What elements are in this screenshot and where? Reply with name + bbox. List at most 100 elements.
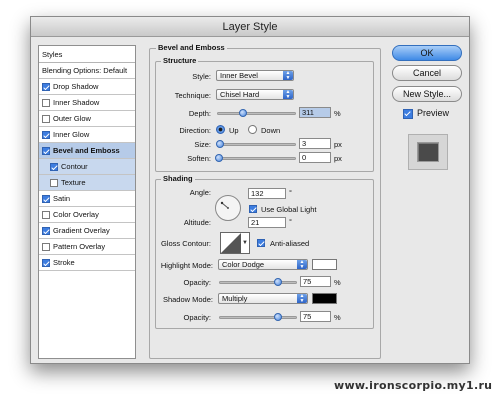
depth-input[interactable]: 311 [299,107,331,118]
inner-glow-checkbox[interactable] [42,130,50,139]
watermark: www.ironscorpio.my1.ru [334,379,493,392]
angle-label: Angle: [189,188,211,197]
styles-item-label: Color Overlay [53,209,99,219]
styles-item-contour[interactable]: Contour [39,159,135,175]
styles-item-label: Gradient Overlay [53,225,110,235]
inner-shadow-checkbox[interactable] [42,98,50,107]
direction-down-label: Down [261,126,281,135]
styles-item-pattern-overlay[interactable]: Pattern Overlay [39,239,135,255]
use-global-light-label: Use Global Light [261,205,317,214]
stroke-checkbox[interactable] [42,258,50,267]
direction-up-label: Up [229,126,239,135]
angle-unit: ° [289,188,292,197]
shadow-opacity-label: Opacity: [183,313,211,322]
shadow-opacity-input[interactable]: 75 [300,311,331,322]
depth-slider[interactable] [217,112,296,115]
styles-item-blending-options[interactable]: Blending Options: Default [39,63,135,79]
angle-input[interactable]: 132 [248,188,286,199]
soften-label: Soften: [187,154,211,163]
styles-item-inner-glow[interactable]: Inner Glow [39,127,135,143]
technique-label: Technique: [174,91,211,100]
highlight-opacity-slider-knob[interactable] [274,278,282,286]
styles-item-satin[interactable]: Satin [39,191,135,207]
shadow-opacity-slider[interactable] [219,316,297,319]
color-overlay-checkbox[interactable] [42,210,50,219]
pattern-overlay-checkbox[interactable] [42,242,50,251]
highlight-opacity-unit: % [334,278,341,287]
ok-button[interactable]: OK [392,45,462,61]
soften-slider-knob[interactable] [215,154,223,162]
shadow-color-swatch[interactable] [312,293,337,304]
updown-arrows-icon: ▲ ▼ [283,71,293,80]
highlight-color-swatch[interactable] [312,259,337,270]
style-select-value: Inner Bevel [220,71,258,80]
direction-down-radio[interactable] [248,125,257,134]
size-slider-knob[interactable] [216,140,224,148]
satin-checkbox[interactable] [42,194,50,203]
preview-checkbox[interactable] [403,109,413,119]
size-unit: px [334,140,342,149]
anti-aliased-checkbox[interactable] [257,239,265,247]
cancel-button[interactable]: Cancel [392,65,462,81]
highlight-opacity-slider[interactable] [219,281,297,284]
styles-item-label: Blending Options: Default [42,65,128,75]
styles-item-label: Texture [61,177,86,187]
styles-item-label: Stroke [53,257,75,267]
soften-slider[interactable] [217,157,296,160]
highlight-opacity-label: Opacity: [183,278,211,287]
styles-item-color-overlay[interactable]: Color Overlay [39,207,135,223]
depth-slider-knob[interactable] [239,109,247,117]
new-style-button[interactable]: New Style... [392,86,462,102]
styles-item-label: Pattern Overlay [53,241,106,251]
outer-glow-checkbox[interactable] [42,114,50,123]
highlight-mode-select[interactable]: Color Dodge ▲ ▼ [218,259,308,270]
styles-item-label: Drop Shadow [53,81,99,91]
contour-checkbox[interactable] [50,162,58,171]
angle-dial[interactable] [214,194,242,222]
preview-label: Preview [417,108,450,118]
updown-arrows-icon: ▲ ▼ [283,90,293,99]
highlight-mode-value: Color Dodge [222,260,265,269]
texture-checkbox[interactable] [50,178,58,187]
size-slider[interactable] [217,143,296,146]
shading-group [155,179,374,329]
styles-item-inner-shadow[interactable]: Inner Shadow [39,95,135,111]
styles-item-bevel-and-emboss[interactable]: Bevel and Emboss [39,143,135,159]
styles-item-drop-shadow[interactable]: Drop Shadow [39,79,135,95]
styles-item-outer-glow[interactable]: Outer Glow [39,111,135,127]
styles-item-label: Bevel and Emboss [53,145,120,155]
technique-select[interactable]: Chisel Hard ▲ ▼ [216,89,294,100]
soften-input[interactable]: 0 [299,152,331,163]
shadow-opacity-slider-knob[interactable] [274,313,282,321]
styles-item-label: Outer Glow [53,113,91,123]
styles-item-label: Inner Glow [53,129,90,139]
styles-item-stroke[interactable]: Stroke [39,255,135,271]
styles-header[interactable]: Styles [39,46,135,63]
style-preview-thumbnail [408,134,448,170]
direction-up-radio[interactable] [216,125,225,134]
drop-shadow-checkbox[interactable] [42,82,50,91]
preview-swatch [417,142,439,162]
gloss-contour-label: Gloss Contour: [160,239,211,248]
depth-unit: % [334,109,341,118]
updown-arrows-icon: ▲ ▼ [297,294,307,303]
shadow-opacity-unit: % [334,313,341,322]
shadow-mode-select[interactable]: Multiply ▲ ▼ [218,293,308,304]
styles-list: Styles Blending Options: Default Drop Sh… [38,45,136,359]
direction-label: Direction: [179,126,211,135]
styles-item-label: Contour [61,161,88,171]
style-select[interactable]: Inner Bevel ▲ ▼ [216,70,294,81]
bevel-and-emboss-checkbox[interactable] [42,146,50,155]
depth-label: Depth: [188,109,211,118]
gradient-overlay-checkbox[interactable] [42,226,50,235]
size-input[interactable]: 3 [299,138,331,149]
styles-item-texture[interactable]: Texture [39,175,135,191]
use-global-light-checkbox[interactable] [249,205,257,213]
altitude-input[interactable]: 21 [248,217,286,228]
gloss-contour-picker[interactable]: ▼ [220,232,250,254]
highlight-opacity-input[interactable]: 75 [300,276,331,287]
styles-item-gradient-overlay[interactable]: Gradient Overlay [39,223,135,239]
styles-item-label: Inner Shadow [53,97,100,107]
updown-arrows-icon: ▲ ▼ [297,260,307,269]
dialog-title: Layer Style [31,17,469,37]
